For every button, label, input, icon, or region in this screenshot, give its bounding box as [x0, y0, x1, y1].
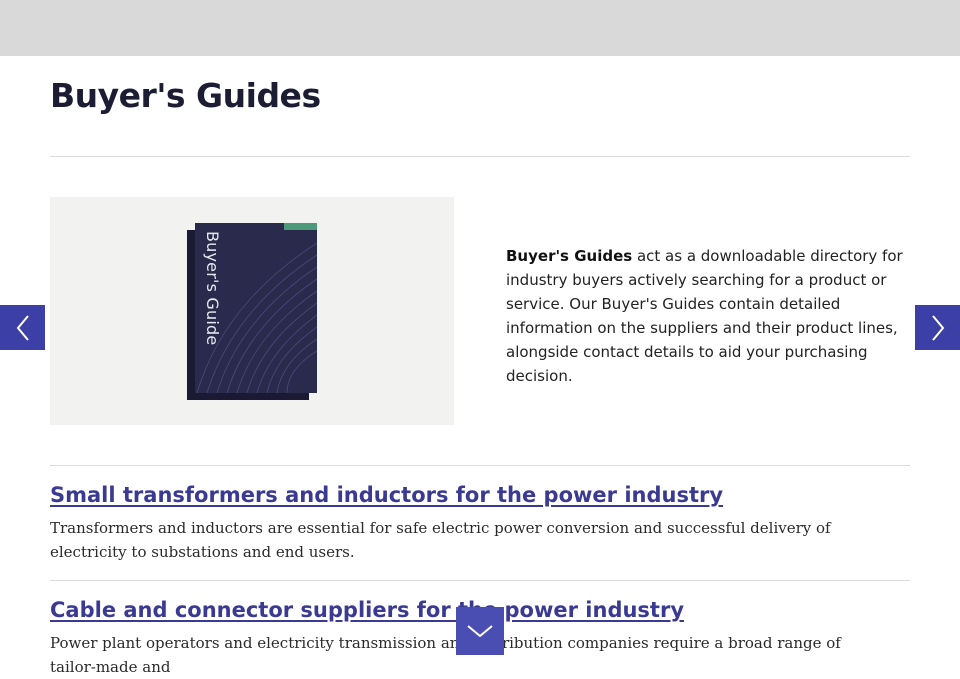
page-title: Buyer's Guides: [50, 76, 321, 115]
book-accent-stripe: [284, 223, 317, 230]
chevron-left-icon: [16, 314, 29, 341]
top-header-bar: [0, 0, 960, 56]
scroll-down-button[interactable]: [456, 607, 504, 655]
hero-intro-bold: Buyer's Guides: [506, 247, 633, 265]
section-divider: [50, 465, 910, 466]
book-cover-title: Buyer's Guide: [203, 231, 222, 346]
book-front-cover: Buyer's Guide: [195, 223, 317, 393]
carousel-next-button[interactable]: [915, 305, 960, 350]
guide-description: Transformers and inductors are essential…: [50, 519, 831, 561]
buyers-guide-illustration: Buyer's Guide: [50, 197, 454, 425]
chevron-right-icon: [931, 314, 944, 341]
section-divider: [50, 580, 910, 581]
guide-title-link[interactable]: Cable and connector suppliers for the po…: [50, 598, 684, 622]
chevron-down-icon: [467, 625, 493, 638]
hero-intro-text: Buyer's Guides act as a downloadable dir…: [506, 244, 911, 388]
title-divider: [50, 156, 910, 157]
guide-title-link[interactable]: Small transformers and inductors for the…: [50, 483, 723, 507]
hero-intro-body: act as a downloadable directory for indu…: [506, 247, 903, 385]
carousel-prev-button[interactable]: [0, 305, 45, 350]
